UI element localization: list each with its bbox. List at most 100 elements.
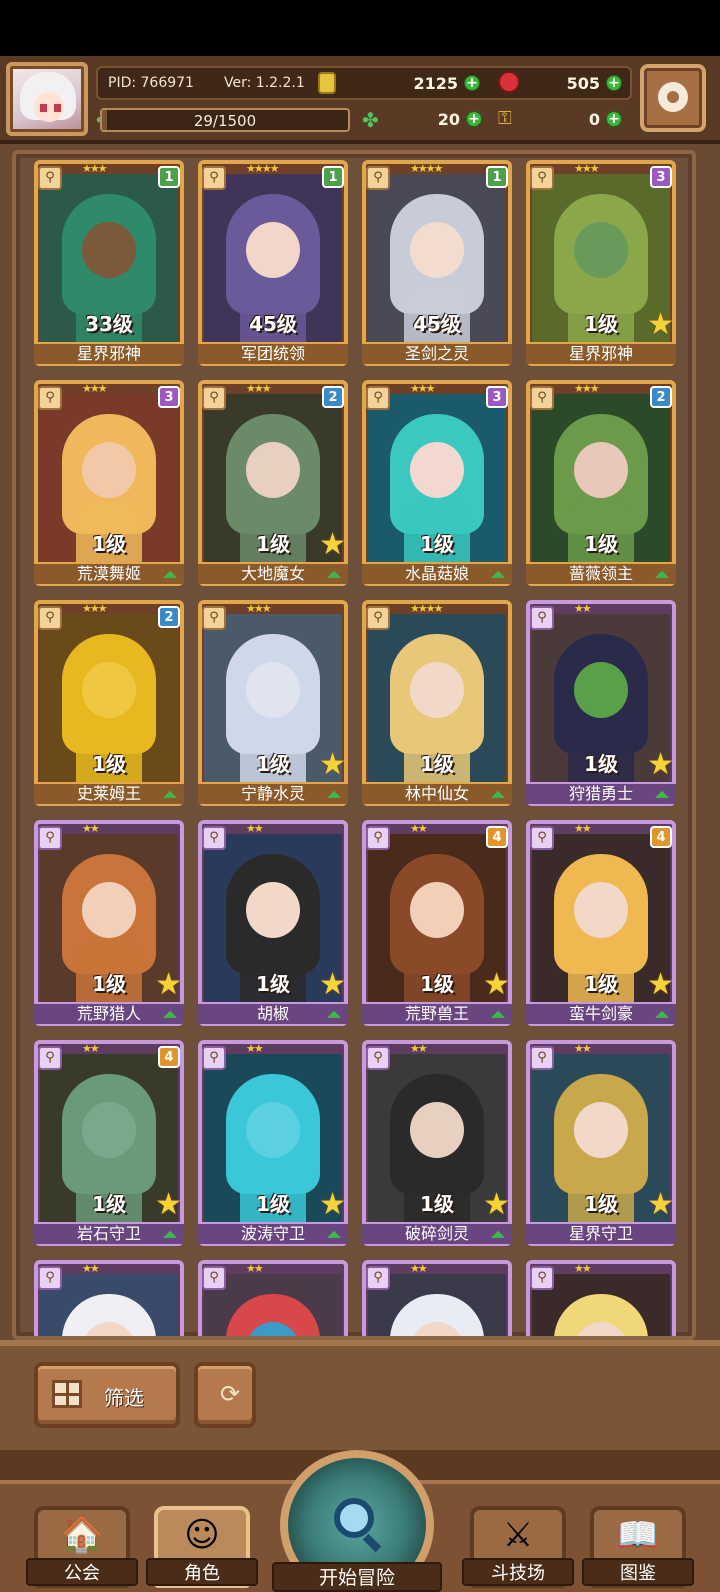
class-icon: ⚲ [202, 826, 226, 850]
tier-badge: 2 [650, 386, 672, 408]
character-card[interactable]: ⚲ ★★ [362, 1260, 512, 1336]
gold-amount: 2125 [413, 74, 458, 93]
character-card[interactable]: ⚲ ★★ [198, 1260, 348, 1336]
star-upgrade-icon: ★ [483, 967, 510, 1002]
character-card[interactable]: ⚲ ★★ 1级 波涛守卫 ★ ⏶ [198, 1040, 348, 1246]
level-up-arrow-icon: ⏶ [162, 1222, 178, 1246]
class-icon: ⚲ [366, 166, 390, 190]
class-icon: ⚲ [366, 606, 390, 630]
character-grid[interactable]: ⚲ ★★★ 1 33级 星界邪神 ⚲ ★★★★ 1 45级 军团统领 ⚲ ★★★★ 1 45级 圣剑之灵 ⚲ ★… [34, 160, 680, 1336]
tier-badge: 1 [322, 166, 344, 188]
level-up-arrow-icon: ⏶ [490, 1222, 506, 1246]
nav-characters-label: 角色 [146, 1558, 258, 1586]
rarity-stars: ★★ [410, 822, 428, 835]
rarity-stars: ★★★ [246, 382, 272, 395]
star-upgrade-icon: ★ [319, 967, 346, 1002]
level-up-arrow-icon: ⏶ [490, 562, 506, 586]
character-card[interactable]: ⚲ ★★★ 3 1级 星界邪神 ★ [526, 160, 676, 366]
character-card[interactable]: ⚲ ★★ 1级 胡椒 ★ ⏶ [198, 820, 348, 1026]
star-upgrade-icon: ★ [647, 967, 674, 1002]
character-level: 1级 [420, 752, 454, 776]
character-name: 星界守卫 [526, 1222, 676, 1244]
class-icon: ⚲ [202, 1266, 226, 1290]
tier-badge: 3 [158, 386, 180, 408]
control-bar: 筛选 ⟳ [0, 1340, 720, 1450]
character-card[interactable]: ⚲ ★★ 1级 破碎剑灵 ★ ⏶ [362, 1040, 512, 1246]
character-card[interactable]: ⚲ ★★★★ 1级 林中仙女 ⏶ [362, 600, 512, 806]
character-card[interactable]: ⚲ ★★ 4 1级 蛮牛剑豪 ★ ⏶ [526, 820, 676, 1026]
tier-badge: 4 [158, 1046, 180, 1068]
character-card[interactable]: ⚲ ★★★ 1级 宁静水灵 ★ ⏶ [198, 600, 348, 806]
character-name: 圣剑之灵 [362, 342, 512, 364]
character-card[interactable]: ⚲ ★★★★ 1 45级 军团统领 [198, 160, 348, 366]
rarity-stars: ★★★ [246, 602, 272, 615]
class-icon: ⚲ [202, 1046, 226, 1070]
nav-arena[interactable]: ⚔ 斗技场 [462, 1506, 574, 1588]
rarity-stars: ★★★★ [410, 162, 443, 175]
rarity-stars: ★★ [574, 1262, 592, 1275]
rarity-stars: ★★ [82, 822, 100, 835]
character-card[interactable]: ⚲ ★★ 1级 狩猎勇士 ★ ⏶ [526, 600, 676, 806]
level-up-arrow-icon: ⏶ [490, 782, 506, 806]
character-level: 1级 [92, 752, 126, 776]
add-keys-button[interactable]: + [606, 111, 622, 127]
star-upgrade-icon: ★ [155, 1187, 182, 1222]
character-card[interactable]: ⚲ ★★★ 3 1级 水晶菇娘 ⏶ [362, 380, 512, 586]
class-icon: ⚲ [38, 1266, 62, 1290]
nav-characters[interactable]: ☺ 角色 [146, 1506, 258, 1588]
filter-button[interactable]: 筛选 [34, 1362, 180, 1428]
character-card[interactable]: ⚲ ★★★★ 1 45级 圣剑之灵 [362, 160, 512, 366]
player-id: PID: 766971 [108, 75, 194, 91]
star-upgrade-icon: ★ [319, 1187, 346, 1222]
gem-icon [498, 71, 520, 93]
star-upgrade-icon: ★ [319, 527, 346, 562]
rarity-stars: ★★ [246, 1042, 264, 1055]
nav-guild[interactable]: 🏠 公会 [26, 1506, 138, 1588]
refresh-icon: ⟳ [220, 1380, 241, 1408]
rarity-stars: ★★★★ [246, 162, 279, 175]
class-icon: ⚲ [366, 1266, 390, 1290]
magnifier-icon [334, 1498, 374, 1538]
key-icon: ⚿ [498, 108, 512, 129]
character-card[interactable]: ⚲ ★★ [526, 1260, 676, 1336]
filter-label: 筛选 [104, 1386, 144, 1410]
character-card[interactable]: ⚲ ★★ 1级 荒野猎人 ★ ⏶ [34, 820, 184, 1026]
character-card[interactable]: ⚲ ★★ [34, 1260, 184, 1336]
rarity-stars: ★★★ [574, 162, 600, 175]
add-gems-button[interactable]: + [606, 75, 622, 91]
character-name: 星界邪神 [526, 342, 676, 364]
experience-text: 29/1500 [193, 112, 257, 130]
class-icon: ⚲ [530, 166, 554, 190]
rarity-stars: ★★★ [82, 162, 108, 175]
character-level: 1级 [584, 532, 618, 556]
character-card[interactable]: ⚲ ★★★ 2 1级 大地魔女 ★ ⏶ [198, 380, 348, 586]
level-up-arrow-icon: ⏶ [162, 1002, 178, 1026]
star-upgrade-icon: ★ [647, 307, 674, 342]
character-card[interactable]: ⚲ ★★★ 3 1级 荒漠舞姬 ⏶ [34, 380, 184, 586]
add-clover-button[interactable]: + [466, 111, 482, 127]
start-adventure-label: 开始冒险 [272, 1562, 442, 1592]
clover-amount: 20 [437, 110, 460, 129]
nav-codex[interactable]: 📖 图鉴 [582, 1506, 694, 1588]
refresh-button[interactable]: ⟳ [194, 1362, 256, 1428]
level-up-arrow-icon: ⏶ [326, 782, 342, 806]
add-gold-button[interactable]: + [464, 75, 480, 91]
player-avatar[interactable] [6, 62, 88, 136]
level-up-arrow-icon: ⏶ [654, 562, 670, 586]
character-card[interactable]: ⚲ ★★ 1级 星界守卫 ★ [526, 1040, 676, 1246]
class-icon: ⚲ [38, 166, 62, 190]
level-up-arrow-icon: ⏶ [654, 782, 670, 806]
settings-button[interactable] [640, 64, 706, 132]
level-up-arrow-icon: ⏶ [326, 562, 342, 586]
character-level: 33级 [85, 312, 133, 336]
experience-bar: 29/1500 [100, 108, 350, 132]
character-card[interactable]: ⚲ ★★ 4 1级 荒野兽王 ★ ⏶ [362, 820, 512, 1026]
start-adventure-button[interactable]: 开始冒险 [272, 1450, 442, 1592]
character-card[interactable]: ⚲ ★★ 4 1级 岩石守卫 ★ ⏶ [34, 1040, 184, 1246]
star-upgrade-icon: ★ [483, 1187, 510, 1222]
character-card[interactable]: ⚲ ★★★ 1 33级 星界邪神 [34, 160, 184, 366]
nav-codex-label: 图鉴 [582, 1558, 694, 1586]
rarity-stars: ★★ [574, 602, 592, 615]
character-card[interactable]: ⚲ ★★★ 2 1级 蔷薇领主 ⏶ [526, 380, 676, 586]
character-card[interactable]: ⚲ ★★★ 2 1级 史莱姆王 ⏶ [34, 600, 184, 806]
